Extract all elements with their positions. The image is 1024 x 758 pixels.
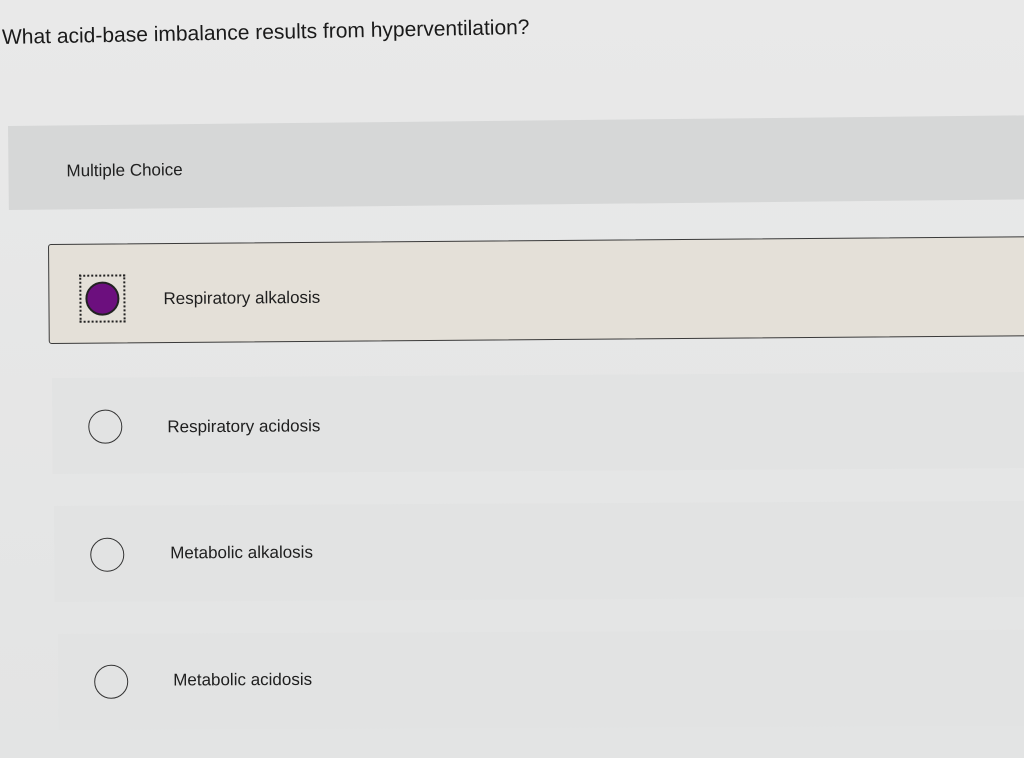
answer-option-respiratory-acidosis[interactable]: Respiratory acidosis	[52, 372, 1024, 474]
answer-label: Metabolic acidosis	[173, 669, 313, 690]
radio-unselected-icon[interactable]	[90, 537, 125, 572]
quiz-page: What acid-base imbalance results from hy…	[0, 0, 1024, 758]
radio-selected-icon[interactable]	[85, 281, 120, 316]
answer-option-respiratory-alkalosis[interactable]: Respiratory alkalosis	[48, 236, 1024, 344]
answer-label: Respiratory alkalosis	[163, 287, 321, 309]
answer-label: Metabolic alkalosis	[170, 542, 313, 563]
question-text: What acid-base imbalance results from hy…	[1, 15, 530, 49]
question-type-label: Multiple Choice	[66, 160, 183, 181]
question-type-header: Multiple Choice	[8, 115, 1024, 210]
answer-option-metabolic-alkalosis[interactable]: Metabolic alkalosis	[54, 500, 1024, 602]
answer-option-metabolic-acidosis[interactable]: Metabolic acidosis	[58, 629, 1024, 730]
radio-unselected-icon[interactable]	[88, 409, 123, 444]
answer-label: Respiratory acidosis	[167, 416, 321, 437]
radio-unselected-icon[interactable]	[94, 664, 129, 699]
